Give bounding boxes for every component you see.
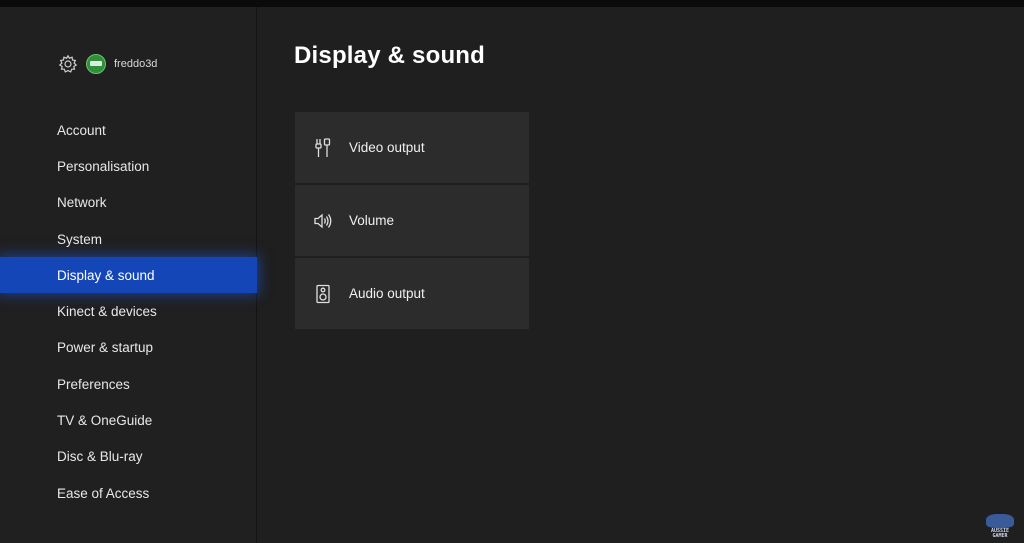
gamertag: freddo3d — [114, 58, 158, 70]
settings-screen: freddo3d Account Personalisation Network… — [0, 0, 1024, 543]
gear-icon[interactable] — [58, 54, 78, 74]
channel-watermark: AUSSIE GAMER — [982, 507, 1018, 539]
sidebar-item-disc-bluray[interactable]: Disc & Blu-ray — [0, 439, 257, 475]
settings-tiles: Video output Volume Audio output — [295, 112, 529, 331]
watermark-logo — [986, 514, 1014, 528]
sidebar-item-network[interactable]: Network — [0, 185, 257, 221]
sidebar: freddo3d Account Personalisation Network… — [0, 7, 257, 543]
volume-label: Volume — [349, 213, 395, 228]
audio-output-tile[interactable]: Audio output — [295, 258, 529, 329]
avatar[interactable] — [86, 54, 106, 74]
volume-icon — [313, 210, 333, 232]
video-output-label: Video output — [349, 140, 425, 155]
video-output-tile[interactable]: Video output — [295, 112, 529, 183]
sidebar-item-personalisation[interactable]: Personalisation — [0, 148, 257, 184]
sidebar-item-tv-oneguide[interactable]: TV & OneGuide — [0, 402, 257, 438]
speaker-icon — [313, 283, 333, 305]
audio-output-label: Audio output — [349, 286, 425, 301]
sidebar-item-system[interactable]: System — [0, 221, 257, 257]
volume-tile[interactable]: Volume — [295, 185, 529, 256]
sidebar-item-kinect-devices[interactable]: Kinect & devices — [0, 293, 257, 329]
sidebar-item-display-sound[interactable]: Display & sound — [0, 257, 257, 294]
video-output-icon — [313, 137, 333, 159]
sidebar-item-account[interactable]: Account — [0, 112, 257, 148]
settings-nav: Account Personalisation Network System D… — [0, 112, 257, 511]
top-bar — [0, 0, 1024, 7]
watermark-line2: GAMER — [992, 533, 1008, 539]
page-title: Display & sound — [294, 42, 486, 69]
sidebar-item-ease-of-access[interactable]: Ease of Access — [0, 475, 257, 511]
profile-header: freddo3d — [58, 53, 157, 75]
sidebar-item-preferences[interactable]: Preferences — [0, 366, 257, 402]
sidebar-item-power-startup[interactable]: Power & startup — [0, 330, 257, 366]
